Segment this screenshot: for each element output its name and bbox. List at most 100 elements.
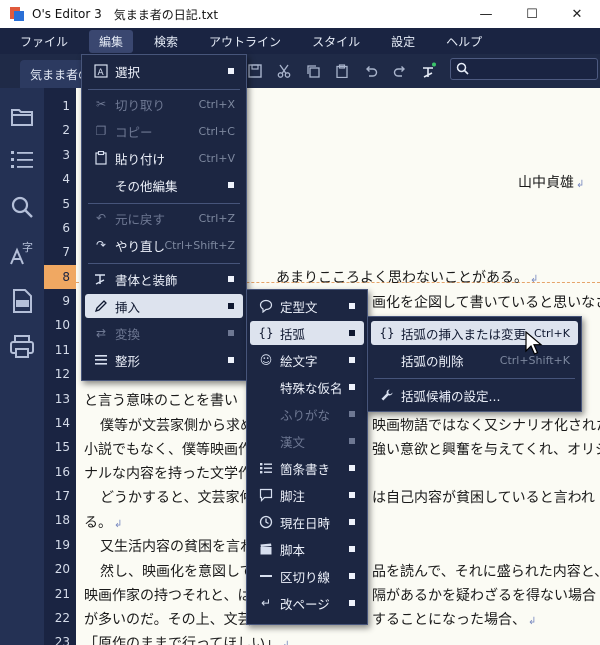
submenu-arrow-icon	[349, 492, 355, 498]
menu-item-brackets[interactable]: {} 括弧	[250, 321, 364, 345]
editor-line: 映画作家の持つそれと、は	[84, 588, 252, 604]
menu-item-arrange[interactable]: 整形	[85, 348, 243, 372]
pdf-icon[interactable]	[9, 288, 35, 314]
menu-item-bracket-settings[interactable]: 括弧候補の設定...	[371, 383, 578, 407]
line-number: 14	[54, 416, 70, 430]
menu-item-redo[interactable]: ↷ やり直し Ctrl+Shift+Z	[85, 233, 243, 257]
editor-line: 小説でもなく、僕等映画作	[84, 442, 252, 458]
menu-item-delete-bracket[interactable]: 括弧の削除 Ctrl+Shift+K	[371, 348, 578, 372]
menu-item-bullets[interactable]: 箇条書き	[250, 456, 364, 480]
menu-separator	[88, 89, 240, 90]
paste-icon[interactable]	[333, 62, 351, 80]
menu-item-furigana[interactable]: ふりがな	[250, 402, 364, 426]
menu-search[interactable]: 検索	[144, 30, 188, 53]
menu-edit[interactable]: 編集	[89, 29, 134, 53]
print-icon[interactable]	[9, 334, 35, 360]
line-number: 19	[54, 538, 70, 552]
editor-line: どうかすると、文芸家仲	[100, 490, 254, 506]
redo-icon[interactable]	[391, 62, 409, 80]
menu-item-emoji[interactable]: ☺ 絵文字	[250, 348, 364, 372]
sidebar: 字	[0, 88, 44, 645]
font-icon[interactable]: 字	[9, 240, 35, 266]
editor-line: は自己内容が貧困していると言われ	[372, 490, 595, 506]
menu-item-paste[interactable]: 貼り付け Ctrl+V	[85, 146, 243, 170]
submenu-arrow-icon	[228, 357, 234, 363]
menu-item-divider[interactable]: 区切り線	[250, 564, 364, 588]
menu-item-insert[interactable]: 挿入	[85, 294, 243, 318]
menu-item-script[interactable]: 脚本	[250, 537, 364, 561]
editor-line: 又生活内容の貧困を言わ	[100, 539, 254, 555]
editor-line: 「原作のままで行ってほしい」↲	[84, 636, 290, 645]
submenu-arrow-icon	[349, 573, 355, 579]
menu-item-format[interactable]: 書体と装飾	[85, 267, 243, 291]
paste-icon	[93, 150, 109, 166]
menu-item-datetime[interactable]: 現在日時	[250, 510, 364, 534]
footnote-icon	[258, 487, 274, 503]
menu-item-page-break[interactable]: ↵ 改ページ	[250, 591, 364, 615]
menu-item-footnote[interactable]: 脚注	[250, 483, 364, 507]
svg-text:A: A	[98, 68, 105, 78]
wrench-icon	[379, 387, 395, 403]
search-icon[interactable]	[9, 194, 35, 220]
line-number: 5	[62, 197, 70, 211]
menu-item-convert[interactable]: ⇄ 変換	[85, 321, 243, 345]
menu-help[interactable]: ヘルプ	[436, 30, 492, 53]
undo-icon[interactable]	[362, 62, 380, 80]
line-number: 2	[62, 123, 70, 137]
save-icon[interactable]	[246, 62, 264, 80]
editor-line: 品を読んで、それに盛られた内容と、	[372, 564, 600, 580]
editor-line: 然し、映画化を意図して	[100, 564, 254, 580]
brackets-icon: {}	[258, 326, 274, 340]
search-icon	[456, 62, 469, 78]
divider-icon	[258, 568, 274, 584]
menu-item-other-edit[interactable]: その他編集	[85, 173, 243, 197]
copy-icon[interactable]	[304, 62, 322, 80]
editor-line: ナルな内容を持った文学作	[84, 466, 252, 482]
outline-list-icon[interactable]	[9, 146, 35, 172]
menu-item-template[interactable]: 定型文	[250, 294, 364, 318]
menu-file[interactable]: ファイル	[10, 30, 78, 53]
search-input[interactable]	[450, 58, 598, 80]
app-title: O's Editor 3	[32, 7, 102, 21]
menu-outline[interactable]: アウトライン	[199, 30, 291, 53]
submenu-arrow-icon	[349, 384, 355, 390]
submenu-arrow-icon	[349, 600, 355, 606]
menu-item-undo[interactable]: ↶ 元に戻す Ctrl+Z	[85, 206, 243, 230]
menu-item-kanbun[interactable]: 漢文	[250, 429, 364, 453]
line-number: 22	[54, 611, 70, 625]
editor-line: 強い意欲と興奮を与えてくれ、オリジ	[372, 442, 600, 458]
editor-line: が多いのだ。その上、文芸	[84, 612, 252, 628]
editor-line: あまりこころよく思わないことがある。 ↲	[276, 270, 539, 286]
editor-line: することになった場合、 ↲	[372, 612, 537, 628]
submenu-arrow-icon	[228, 276, 234, 282]
line-number: 18	[54, 513, 70, 527]
cut-icon[interactable]	[275, 62, 293, 80]
menu-settings[interactable]: 設定	[381, 30, 425, 53]
menu-separator	[88, 263, 240, 264]
minimize-button[interactable]: —	[463, 0, 509, 28]
close-button[interactable]: ✕	[554, 0, 600, 28]
maximize-button[interactable]: ☐	[509, 0, 555, 28]
menu-separator	[88, 203, 240, 204]
editor-line: 山中貞雄 ↲	[518, 175, 585, 191]
line-number: 12	[54, 367, 70, 381]
line-number: 15	[54, 440, 70, 454]
undo-icon: ↶	[95, 211, 107, 225]
submenu-arrow-icon	[349, 465, 355, 471]
line-number-gutter: 1 2 3 4 5 6 7 8 9 10 11 12 13 14 15 16 1…	[44, 88, 76, 645]
select-icon: A	[93, 63, 109, 79]
menu-style[interactable]: スタイル	[302, 30, 370, 53]
menu-item-special-kana[interactable]: 特殊な仮名	[250, 375, 364, 399]
style-icon[interactable]	[420, 62, 438, 80]
submenu-arrow-icon	[349, 411, 355, 417]
style-icon	[93, 271, 109, 287]
redo-icon: ↷	[95, 238, 107, 252]
menu-item-cut[interactable]: ✂ 切り取り Ctrl+X	[85, 92, 243, 116]
menu-item-select[interactable]: A 選択	[85, 59, 243, 83]
menu-item-insert-change-bracket[interactable]: {} 括弧の挿入または変更 Ctrl+K	[371, 321, 578, 345]
submenu-arrow-icon	[349, 519, 355, 525]
menu-item-copy[interactable]: ❐ コピー Ctrl+C	[85, 119, 243, 143]
editor-line: 隔があるかを疑わざるを得ない場合	[372, 588, 596, 604]
submenu-arrow-icon	[228, 68, 234, 74]
folder-icon[interactable]	[9, 104, 35, 130]
